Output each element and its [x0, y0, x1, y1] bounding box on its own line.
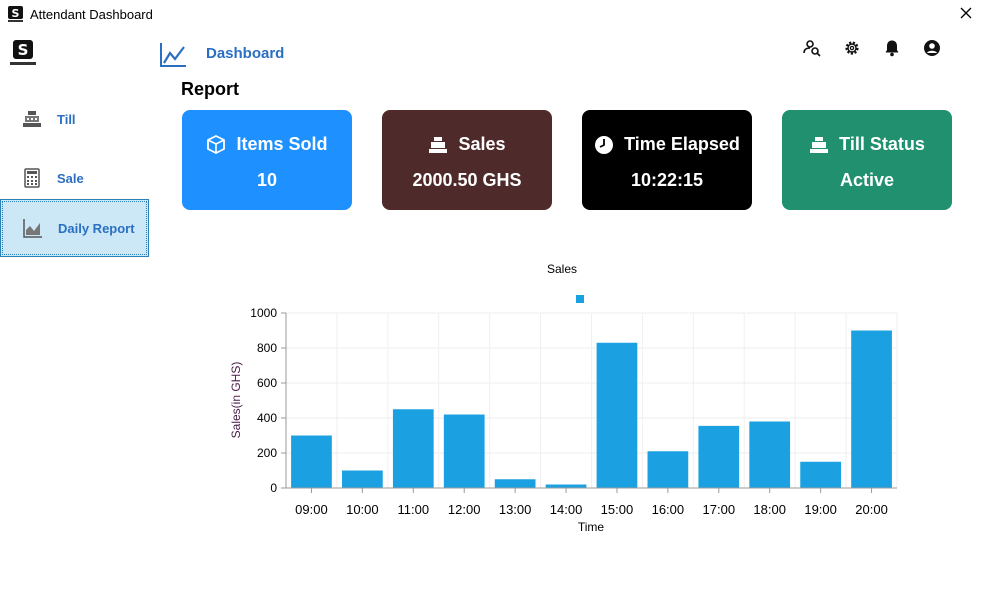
y-tick-label: 200 — [257, 446, 277, 460]
area-chart-icon — [23, 219, 42, 238]
app-logo-icon: S — [8, 6, 23, 22]
x-tick-label: 13:00 — [499, 502, 532, 517]
bar-1400 — [545, 484, 587, 488]
bar-1100 — [392, 409, 434, 488]
bar-1500 — [596, 342, 638, 488]
user-search-icon[interactable] — [803, 39, 821, 57]
bar-1700 — [698, 425, 740, 488]
bar-1800 — [749, 421, 791, 488]
x-tick-label: 15:00 — [601, 502, 634, 517]
card-value: 10:22:15 — [630, 170, 704, 190]
card-value: Active — [839, 170, 895, 190]
y-tick-label: 400 — [257, 411, 277, 425]
y-tick-label: 1000 — [250, 306, 277, 320]
bar-1000 — [342, 470, 383, 488]
sidebar-item-daily-report[interactable]: Daily Report — [0, 199, 149, 257]
svg-text:S: S — [12, 7, 20, 20]
cash-register-icon — [810, 136, 829, 153]
bar-0900 — [291, 435, 332, 488]
box-icon — [207, 134, 226, 154]
clock-icon — [595, 135, 614, 154]
sidebar-item-label: Sale — [57, 170, 84, 186]
bar-1900 — [800, 461, 841, 488]
sales-chart: Sales 0 200 400 600 800 1000 09:00 10:00 11:00 1… — [200, 255, 920, 555]
till-status-card: Till Status Active — [782, 110, 952, 210]
card-value: 2000.50 GHS — [412, 170, 522, 190]
x-axis-label: Time — [578, 520, 605, 534]
y-tick-label: 0 — [270, 481, 277, 495]
card-label: Till Status — [839, 134, 925, 154]
x-tick-label: 12:00 — [448, 502, 481, 517]
y-axis-label: Sales(in GHS) — [229, 362, 243, 439]
window-title: Attendant Dashboard — [30, 7, 153, 22]
x-tick-label: 19:00 — [804, 502, 837, 517]
time-elapsed-card: Time Elapsed 10:22:15 — [582, 110, 752, 210]
gear-icon[interactable] — [843, 39, 861, 57]
calculator-icon — [24, 168, 40, 188]
dashboard-chart-icon — [160, 43, 186, 67]
sales-bar-chart: Sales 0 200 400 600 800 1000 09:00 10:00 11:00 1… — [229, 262, 898, 534]
x-tick-label: 18:00 — [753, 502, 786, 517]
x-tick-label: 16:00 — [652, 502, 685, 517]
card-value: 10 — [256, 170, 278, 190]
card-label: Items Sold — [236, 134, 328, 154]
x-tick-label: 10:00 — [346, 502, 379, 517]
card-label: Sales — [458, 134, 506, 154]
sidebar-item-label: Till — [57, 111, 76, 127]
card-label: Time Elapsed — [624, 134, 740, 154]
svg-text:S: S — [18, 41, 29, 59]
x-tick-label: 14:00 — [550, 502, 583, 517]
cash-register-icon — [429, 136, 448, 153]
account-icon[interactable] — [923, 39, 941, 57]
bar-1200 — [443, 414, 485, 488]
bell-icon[interactable] — [883, 39, 901, 57]
items-sold-card: Items Sold 10 — [182, 110, 352, 210]
x-tick-label: 11:00 — [398, 502, 430, 517]
cash-register-icon — [23, 111, 41, 127]
y-tick-label: 600 — [257, 376, 277, 390]
report-title: Report — [181, 79, 239, 99]
x-tick-label: 20:00 — [855, 502, 888, 517]
bar-1300 — [494, 479, 536, 488]
bar-2000 — [851, 330, 892, 488]
sales-card: Sales 2000.50 GHS — [382, 110, 552, 210]
title-bar: S Attendant Dashboard — [0, 0, 984, 30]
legend-marker — [576, 295, 584, 303]
sidebar-item-till[interactable]: Till — [0, 90, 149, 148]
x-tick-label: 09:00 — [295, 502, 328, 517]
brand-logo-icon: S — [10, 40, 36, 65]
bar-1600 — [647, 451, 689, 488]
sidebar-item-label: Daily Report — [58, 220, 135, 236]
close-icon[interactable] — [958, 5, 974, 21]
chart-title: Sales — [547, 262, 577, 276]
x-tick-label: 17:00 — [703, 502, 736, 517]
y-tick-label: 800 — [257, 341, 277, 355]
page-title: Dashboard — [206, 45, 285, 62]
